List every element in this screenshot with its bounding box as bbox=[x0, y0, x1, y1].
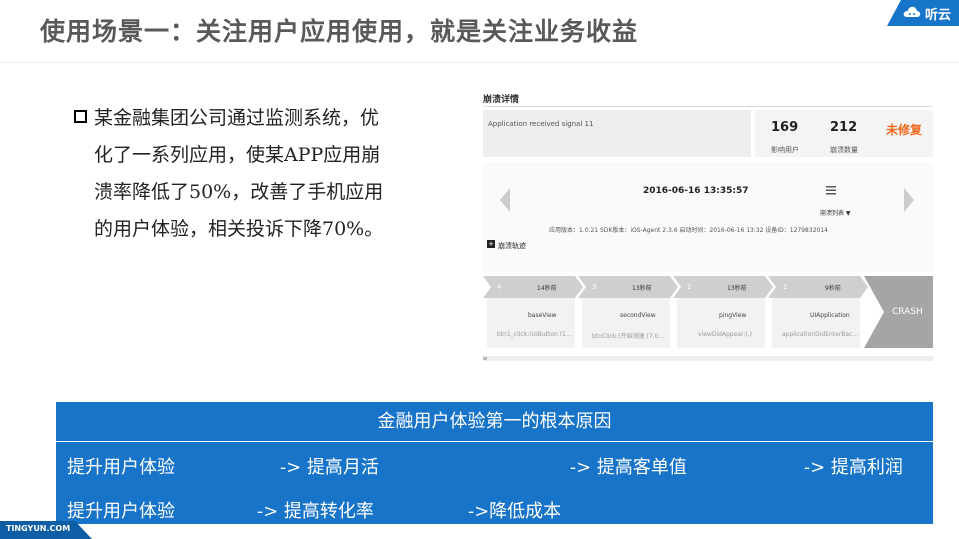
summary-item: -> 提高转化率 bbox=[257, 501, 374, 522]
step-view-name: UIApplication bbox=[810, 312, 850, 319]
step-time: 13秒前 bbox=[632, 285, 652, 292]
list-icon[interactable] bbox=[826, 186, 836, 195]
panel-title: 崩溃详情 bbox=[483, 95, 520, 105]
step-time: 14秒前 bbox=[537, 285, 557, 292]
cloud-icon bbox=[903, 6, 921, 18]
step-action: btn1_click:(UIButton (1... bbox=[497, 331, 572, 338]
affected-users-label: 影响用户 bbox=[771, 146, 799, 154]
summary-heading: 金融用户体验第一的根本原因 bbox=[377, 411, 612, 432]
title-divider bbox=[0, 62, 959, 63]
paragraph-line: 某金融集团公司通过监测系统，优 bbox=[94, 107, 380, 129]
trail-toggle-icon[interactable]: + bbox=[487, 240, 495, 248]
summary-divider bbox=[56, 441, 933, 442]
case-paragraph: 某金融集团公司通过监测系统，优 化了一系列应用，使某APP应用崩 溃率降低了50… bbox=[94, 100, 416, 248]
summary-item: -> 提高利润 bbox=[804, 457, 903, 478]
step-card[interactable] bbox=[582, 298, 670, 348]
crash-count-value: 212 bbox=[830, 120, 858, 135]
step-number: 3 bbox=[592, 283, 597, 291]
next-arrow-icon[interactable] bbox=[904, 188, 914, 212]
crash-label: CRASH bbox=[892, 307, 923, 317]
step-time: 9秒前 bbox=[825, 285, 841, 292]
summary-item: -> 提高客单值 bbox=[570, 457, 687, 478]
step-number: 2 bbox=[687, 283, 692, 291]
crash-navigator bbox=[483, 162, 933, 272]
crash-count-label: 崩溃数量 bbox=[830, 146, 858, 154]
logo-text: 听云 bbox=[924, 8, 951, 23]
step-card[interactable] bbox=[677, 298, 765, 348]
crash-list-dropdown[interactable]: 崩溃列表 ▼ bbox=[820, 208, 851, 217]
step-view-name: secondView bbox=[620, 312, 656, 319]
step-view-name: baseView bbox=[528, 312, 557, 319]
trail-label: 崩溃轨迹 bbox=[498, 242, 526, 250]
summary-item: 提升用户体验 bbox=[67, 501, 175, 522]
signal-box bbox=[483, 110, 751, 157]
summary-item: ->降低成本 bbox=[468, 501, 562, 522]
device-meta: 应用版本：1.0.21 SDK版本：iOS-Agent 2.3.6 启动时间：2… bbox=[549, 227, 828, 234]
horizontal-scrollbar[interactable] bbox=[483, 356, 933, 361]
step-number: 4 bbox=[497, 283, 502, 291]
step-action: viewDidAppear:(,) bbox=[698, 331, 752, 338]
step-number: 1 bbox=[783, 283, 788, 291]
paragraph-line: 的用户体验，相关投诉下降70%。 bbox=[94, 218, 384, 240]
panel-divider bbox=[483, 106, 933, 107]
paragraph-line: 化了一系列应用，使某APP应用崩 bbox=[94, 144, 381, 166]
status-badge[interactable]: 未修复 bbox=[886, 121, 922, 138]
step-view-name: pingView bbox=[719, 312, 747, 319]
affected-users-value: 169 bbox=[771, 120, 799, 135]
summary-item: 提升用户体验 bbox=[67, 457, 175, 478]
footer-brand: TINGYUN.COM bbox=[6, 524, 71, 533]
step-action: applicationDidEnterBac... bbox=[782, 331, 859, 338]
slide-title: 使用场景一：关注用户应用使用，就是关注业务收益 bbox=[40, 17, 639, 46]
crash-timestamp: 2016-06-16 13:35:57 bbox=[643, 186, 749, 196]
step-action: btnClick:(开始测速 (7.0... bbox=[592, 333, 665, 340]
signal-text: Application received signal 11 bbox=[488, 120, 594, 128]
prev-arrow-icon[interactable] bbox=[500, 188, 510, 212]
paragraph-line: 溃率降低了50%，改善了手机应用 bbox=[94, 181, 384, 203]
step-time: 13秒前 bbox=[727, 285, 747, 292]
summary-item: -> 提高月活 bbox=[280, 457, 379, 478]
step-card[interactable] bbox=[487, 298, 575, 348]
scrollbar-thumb[interactable] bbox=[483, 357, 487, 360]
step-card[interactable] bbox=[772, 298, 860, 348]
bullet-square-icon bbox=[74, 110, 87, 123]
